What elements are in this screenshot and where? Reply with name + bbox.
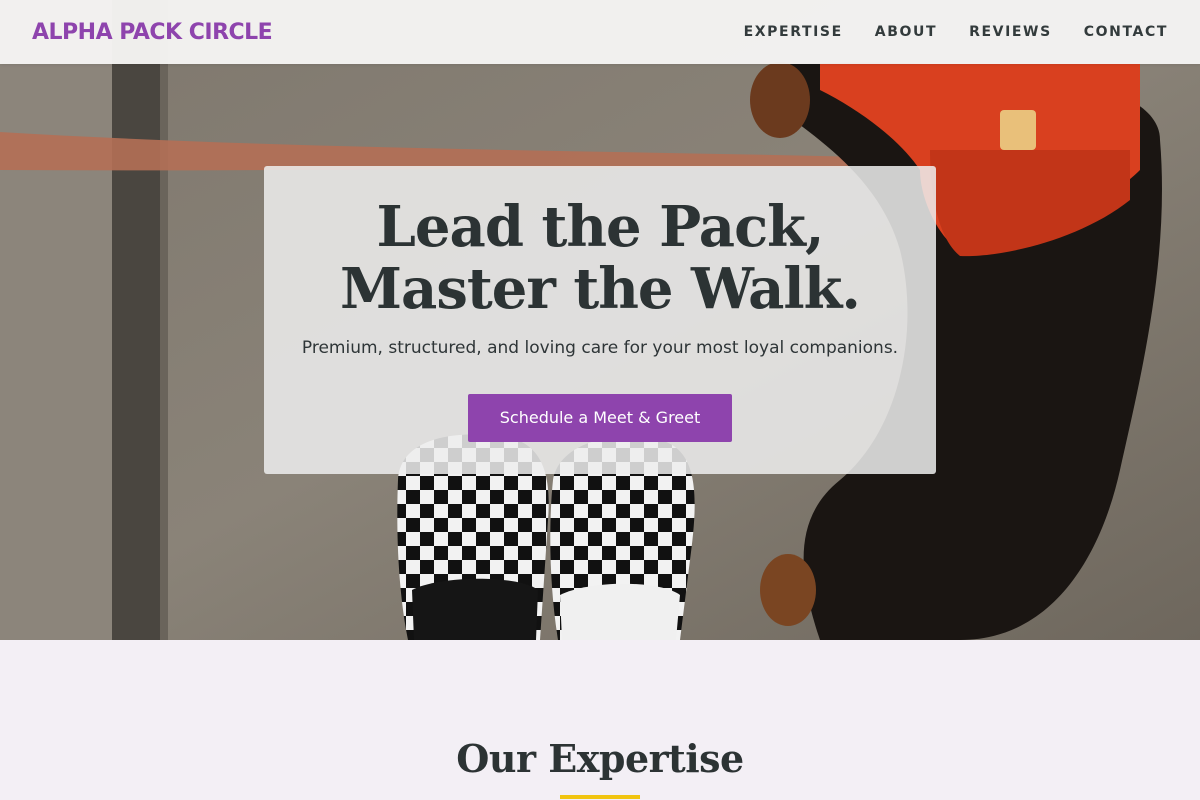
nav-link-reviews[interactable]: REVIEWS	[969, 24, 1052, 40]
hero-section: Lead the Pack, Master the Walk. Premium,…	[0, 0, 1200, 640]
expertise-title: Our Expertise	[456, 736, 744, 781]
nav-link-expertise[interactable]: EXPERTISE	[744, 24, 843, 40]
brand-logo[interactable]: ALPHA PACK CIRCLE	[32, 20, 273, 45]
expertise-section: Our Expertise	[0, 640, 1200, 800]
nav-item-about: ABOUT	[875, 23, 937, 41]
nav-link-about[interactable]: ABOUT	[875, 24, 937, 40]
nav-item-expertise: EXPERTISE	[744, 23, 843, 41]
main-nav: EXPERTISE ABOUT REVIEWS CONTACT	[744, 23, 1168, 41]
nav-link-contact[interactable]: CONTACT	[1084, 24, 1168, 40]
hero-card: Lead the Pack, Master the Walk. Premium,…	[264, 166, 936, 474]
schedule-meet-greet-button[interactable]: Schedule a Meet & Greet	[467, 394, 733, 442]
nav-item-reviews: REVIEWS	[969, 23, 1052, 41]
title-underline	[560, 795, 640, 799]
site-header: ALPHA PACK CIRCLE EXPERTISE ABOUT REVIEW…	[0, 0, 1200, 64]
nav-item-contact: CONTACT	[1084, 23, 1168, 41]
hero-subtitle: Premium, structured, and loving care for…	[301, 338, 899, 358]
hero-title: Lead the Pack, Master the Walk.	[340, 194, 861, 322]
